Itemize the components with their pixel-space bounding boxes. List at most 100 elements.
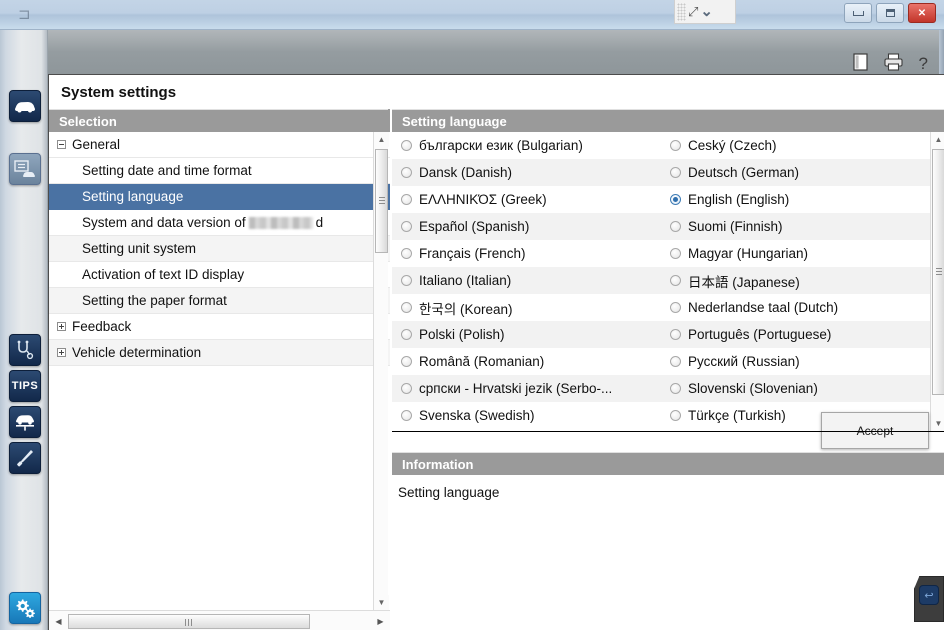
radio-icon[interactable]: [401, 167, 412, 178]
language-option[interactable]: Svenska (Swedish): [392, 402, 661, 429]
tree-row[interactable]: Vehicle determination: [49, 340, 390, 366]
radio-icon[interactable]: [401, 221, 412, 232]
tree-row[interactable]: Setting date and time format: [49, 158, 390, 184]
tree-row[interactable]: Feedback: [49, 314, 390, 340]
language-option[interactable]: Română (Romanian): [392, 348, 661, 375]
book-icon[interactable]: [852, 52, 868, 74]
selection-vertical-scrollbar[interactable]: ▲ ▼: [373, 132, 389, 610]
sidebar-item-settings[interactable]: [9, 592, 41, 624]
scroll-down-arrow-icon[interactable]: ▼: [374, 595, 389, 610]
scrollbar-thumb[interactable]: [932, 149, 944, 395]
tree-row[interactable]: Activation of text ID display: [49, 262, 390, 288]
language-option-label: Svenska (Swedish): [419, 408, 535, 423]
close-button[interactable]: ✕: [908, 3, 936, 23]
application-window: ⊐ ⤢ ⌄ ✕ TIPS ? System settings Selection…: [0, 0, 944, 630]
fullscreen-icon[interactable]: ⤢: [688, 5, 698, 18]
language-option-label: српски - Hrvatski jezik (Serbo-...: [419, 381, 613, 396]
sidebar-item-vehicle-documents[interactable]: [9, 153, 41, 185]
window-controls: ✕: [844, 3, 936, 23]
sidebar-item-vehicle-lift[interactable]: [9, 406, 41, 438]
language-option[interactable]: Português (Portuguese): [661, 321, 930, 348]
language-option[interactable]: Nederlandse taal (Dutch): [661, 294, 930, 321]
language-option[interactable]: български език (Bulgarian): [392, 132, 661, 159]
radio-icon[interactable]: [670, 221, 681, 232]
language-option[interactable]: ΕΛΛΗΝΙΚΌΣ (Greek): [392, 186, 661, 213]
scroll-left-arrow-icon[interactable]: ◀: [51, 614, 66, 629]
scroll-up-arrow-icon[interactable]: ▲: [931, 132, 944, 147]
radio-icon[interactable]: [670, 248, 681, 259]
radio-icon[interactable]: [401, 275, 412, 286]
radio-icon[interactable]: [401, 383, 412, 394]
radio-icon[interactable]: [670, 383, 681, 394]
scrollbar-thumb[interactable]: [375, 149, 388, 253]
radio-icon[interactable]: [670, 329, 681, 340]
tree-row[interactable]: General: [49, 132, 390, 158]
radio-icon[interactable]: [670, 410, 681, 421]
radio-icon[interactable]: [670, 356, 681, 367]
radio-icon[interactable]: [401, 248, 412, 259]
sidebar-item-vehicle[interactable]: [9, 90, 41, 122]
language-option[interactable]: српски - Hrvatski jezik (Serbo-...: [392, 375, 661, 402]
language-option[interactable]: 한국의 (Korean): [392, 294, 661, 321]
chevron-down-icon[interactable]: ⌄: [700, 4, 713, 19]
language-option[interactable]: Suomi (Finnish): [661, 213, 930, 240]
tree-toggle-plus-icon[interactable]: [57, 322, 66, 331]
language-vertical-scrollbar[interactable]: ▲ ▼: [930, 132, 944, 431]
language-option[interactable]: Italiano (Italian): [392, 267, 661, 294]
selection-header: Selection: [49, 109, 388, 132]
radio-icon[interactable]: [670, 302, 681, 313]
radio-icon[interactable]: [670, 140, 681, 151]
radio-icon[interactable]: [401, 194, 412, 205]
tree-row-selected[interactable]: Setting language: [49, 184, 390, 210]
printer-icon[interactable]: [883, 52, 903, 74]
radio-icon[interactable]: [670, 167, 681, 178]
vehicle-documents-icon: [14, 160, 35, 177]
minimize-button[interactable]: [844, 3, 872, 23]
radio-icon[interactable]: [401, 356, 412, 367]
radio-icon[interactable]: [670, 275, 681, 286]
information-header: Information: [392, 452, 944, 475]
language-option[interactable]: Deutsch (German): [661, 159, 930, 186]
tree-row[interactable]: Setting the paper format: [49, 288, 390, 314]
tree-item-label: Feedback: [72, 319, 132, 334]
back-button[interactable]: ↩: [914, 576, 944, 622]
radio-icon[interactable]: [401, 410, 412, 421]
tree-toggle-plus-icon[interactable]: [57, 348, 66, 357]
language-option-label: Română (Romanian): [419, 354, 545, 369]
floating-toolbar[interactable]: ⤢ ⌄: [674, 0, 736, 24]
language-option-label: български език (Bulgarian): [419, 138, 583, 153]
radio-selected-icon[interactable]: [670, 194, 681, 205]
language-option[interactable]: Español (Spanish): [392, 213, 661, 240]
scroll-up-arrow-icon[interactable]: ▲: [374, 132, 389, 147]
radio-icon[interactable]: [401, 302, 412, 313]
radio-icon[interactable]: [401, 140, 412, 151]
scroll-right-arrow-icon[interactable]: ▶: [373, 614, 388, 629]
language-option[interactable]: 日本語 (Japanese): [661, 267, 930, 294]
sidebar-item-tips[interactable]: TIPS: [9, 370, 41, 402]
language-option[interactable]: Slovenski (Slovenian): [661, 375, 930, 402]
language-option[interactable]: Dansk (Danish): [392, 159, 661, 186]
measurement-tool-icon: [17, 450, 33, 467]
language-option[interactable]: Magyar (Hungarian): [661, 240, 930, 267]
language-option[interactable]: English (English): [661, 186, 930, 213]
tree-item-label: Vehicle determination: [72, 345, 202, 360]
sidebar-item-diagnostics[interactable]: [9, 334, 41, 366]
selection-horizontal-scrollbar[interactable]: ◀ ▶: [49, 610, 390, 630]
tree-row[interactable]: System and data version of d: [49, 210, 390, 236]
sidebar-item-measurement-tool[interactable]: [9, 442, 41, 474]
toolbar-grip-icon[interactable]: [677, 2, 686, 21]
language-option-label: Italiano (Italian): [419, 273, 512, 288]
language-option[interactable]: Ceský (Czech): [661, 132, 930, 159]
scrollbar-thumb[interactable]: [68, 614, 310, 629]
tree-row[interactable]: Setting unit system: [49, 236, 390, 262]
radio-icon[interactable]: [401, 329, 412, 340]
maximize-button[interactable]: [876, 3, 904, 23]
panes: Selection General Setting date and time …: [49, 109, 944, 630]
language-option[interactable]: Русский (Russian): [661, 348, 930, 375]
language-option[interactable]: Français (French): [392, 240, 661, 267]
language-option[interactable]: Polski (Polish): [392, 321, 661, 348]
scroll-down-arrow-icon[interactable]: ▼: [931, 416, 944, 431]
help-icon[interactable]: ?: [919, 55, 928, 72]
tree-toggle-minus-icon[interactable]: [57, 140, 66, 149]
setting-language-header: Setting language: [392, 109, 944, 132]
